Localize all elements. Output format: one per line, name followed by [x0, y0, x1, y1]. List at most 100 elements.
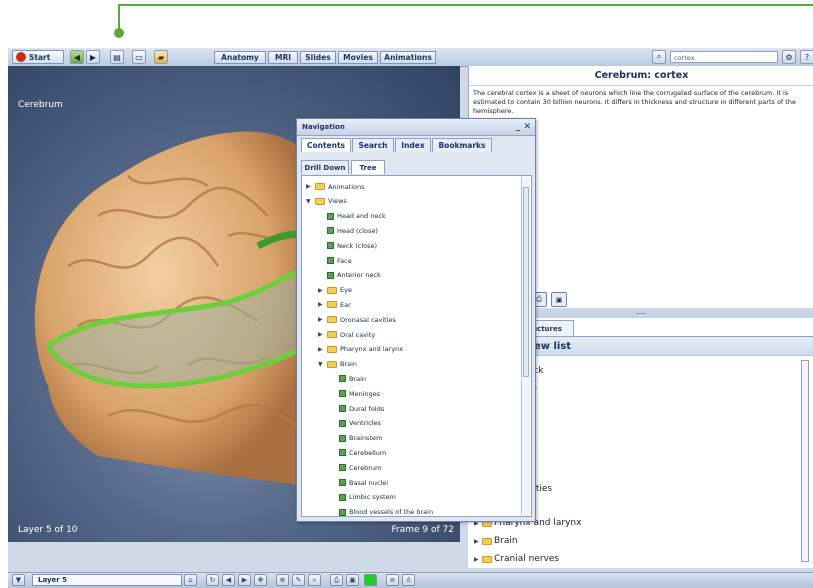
tab-mri[interactable]: MRI [268, 51, 298, 64]
home-icon[interactable]: ⌂ [184, 574, 197, 586]
tree-item[interactable]: ▼ Views [306, 194, 347, 209]
expand-icon[interactable]: ▶ [318, 331, 324, 338]
folder-icon[interactable]: ▰ [154, 50, 168, 64]
tree-item[interactable]: Cerebellum [330, 445, 386, 460]
tree-scrollbar[interactable] [521, 177, 530, 515]
viewport-title: Cerebrum [18, 100, 63, 110]
tab-search[interactable]: Search [352, 138, 394, 152]
close-icon[interactable]: _ ✕ [516, 119, 531, 135]
print-icon[interactable]: ▭ [132, 50, 146, 64]
tree-item-label: Meninges [349, 389, 381, 398]
collapse-icon[interactable]: ▼ [306, 198, 312, 205]
tree-item[interactable]: Anterior neck [318, 268, 381, 283]
save-info-icon[interactable]: ▣ [551, 292, 567, 307]
tab-tree[interactable]: Tree [351, 160, 385, 174]
tab-contents[interactable]: Contents [301, 138, 351, 152]
tree-item[interactable]: Face [318, 253, 352, 268]
tree-item[interactable]: ▶ Oronasal cavities [318, 312, 396, 327]
tab-drill-down[interactable]: Drill Down [301, 160, 349, 174]
tree-item-label: Ventricles [349, 419, 381, 428]
next-frame-icon[interactable]: ▶ [238, 574, 251, 586]
layer-select[interactable]: Layer 5 [32, 574, 182, 586]
view-icon [339, 375, 346, 383]
tree-item-label: Dural folds [349, 404, 385, 413]
notes-icon[interactable]: ▤ [110, 50, 124, 64]
view-icon [327, 257, 334, 264]
navigation-title-bar[interactable]: Navigation _ ✕ [297, 119, 535, 136]
prev-frame-icon[interactable]: ◀ [222, 574, 235, 586]
search-input[interactable]: cortex [670, 51, 778, 63]
tree-item[interactable]: Limbic system [330, 490, 396, 505]
tree-item[interactable]: ▼ Brain [318, 357, 357, 372]
tree-item[interactable]: ▶ Oral cavity [318, 327, 375, 342]
tab-movies[interactable]: Movies [338, 51, 378, 64]
tree-item[interactable]: Meninges [330, 386, 380, 401]
tree-item[interactable]: Blood vessels of the brain [330, 505, 434, 517]
rotate-icon[interactable]: ↻ [206, 574, 219, 586]
forward-icon[interactable]: ▶ [86, 50, 100, 64]
help-icon[interactable]: ? [800, 50, 813, 64]
print-view-icon[interactable]: ⎙ [330, 574, 343, 586]
structure-item[interactable]: ▶ Brain [474, 536, 518, 546]
tab-index[interactable]: Index [395, 138, 431, 152]
structure-item[interactable]: ▶ Cranial nerves [474, 554, 559, 564]
tree-item-label: Animations [328, 182, 365, 191]
color-swatch-icon[interactable] [364, 574, 377, 586]
tab-animations[interactable]: Animations [380, 51, 436, 64]
view-icon [339, 390, 346, 398]
tab-bookmarks[interactable]: Bookmarks [432, 138, 492, 152]
view-icon [339, 449, 346, 457]
search-structure-icon[interactable]: ⌕ [308, 574, 321, 586]
view-icon [339, 479, 346, 486]
tab-slides[interactable]: Slides [300, 51, 336, 64]
view-icon [339, 493, 346, 501]
pan-icon[interactable]: ✥ [254, 574, 267, 586]
info-text: The cerebral cortex is a sheet of neuron… [473, 89, 796, 115]
tree-item[interactable]: ▶ Ear [318, 297, 351, 312]
layers-list-icon[interactable]: ≡ [386, 574, 399, 586]
folder-icon [482, 537, 492, 545]
tree-item[interactable]: Brainstem [330, 431, 382, 446]
tree-item-label: Eye [340, 286, 352, 295]
navigation-window: Navigation _ ✕ Contents Search Index Boo… [296, 118, 536, 522]
structure-item-label: Brain [494, 536, 518, 546]
expand-icon[interactable]: ▶ [318, 287, 324, 294]
view-icon [327, 242, 334, 250]
tree-item[interactable]: Brain [330, 371, 366, 386]
tree-item[interactable]: ▶ Pharynx and larynx [318, 342, 403, 357]
expand-icon[interactable]: ▶ [318, 301, 324, 308]
tree-item[interactable]: Dural folds [330, 401, 384, 416]
expand-icon[interactable]: ▶ [318, 346, 324, 353]
pin-icon[interactable]: ✎ [292, 574, 305, 586]
tree-item[interactable]: Cerebrum [330, 460, 381, 475]
tree-item[interactable]: Basal nuclei [330, 475, 388, 490]
tree-item[interactable]: ▶ Animations [306, 179, 365, 194]
zoom-icon[interactable]: ⊕ [276, 574, 289, 586]
tree-item[interactable]: ▶ Eye [318, 283, 352, 298]
folder-icon [482, 555, 492, 563]
expand-icon[interactable]: ▶ [474, 556, 480, 563]
folder-icon [327, 301, 337, 309]
tree-scroll-thumb[interactable] [523, 187, 529, 377]
tree-item[interactable]: Neck (close) [318, 238, 377, 253]
save-view-icon[interactable]: ▣ [346, 574, 359, 586]
settings-icon[interactable]: ⚙ [782, 50, 796, 64]
tab-anatomy[interactable]: Anatomy [214, 51, 266, 64]
layers-icon[interactable]: ▼ [12, 574, 25, 586]
start-logo-icon [16, 52, 26, 62]
people-icon[interactable]: ♙ [402, 574, 415, 586]
tree-item[interactable]: Ventricles [330, 416, 381, 431]
start-button[interactable]: Start [12, 50, 64, 64]
tree-item[interactable]: Head and neck [318, 209, 386, 224]
collapse-icon[interactable]: ▼ [318, 361, 324, 368]
search-icon[interactable]: ⌕ [652, 50, 666, 64]
expand-icon[interactable]: ▶ [318, 316, 324, 323]
back-icon[interactable]: ◀ [70, 50, 84, 64]
expand-icon[interactable]: ▶ [474, 538, 480, 545]
tree-item[interactable]: Head (close) [318, 223, 378, 238]
expand-icon[interactable]: ▶ [306, 183, 312, 190]
view-icon [327, 271, 334, 279]
structures-scrollbar[interactable] [801, 360, 809, 562]
view-icon [339, 405, 346, 412]
tree-item-label: Blood vessels of the brain [349, 508, 434, 517]
